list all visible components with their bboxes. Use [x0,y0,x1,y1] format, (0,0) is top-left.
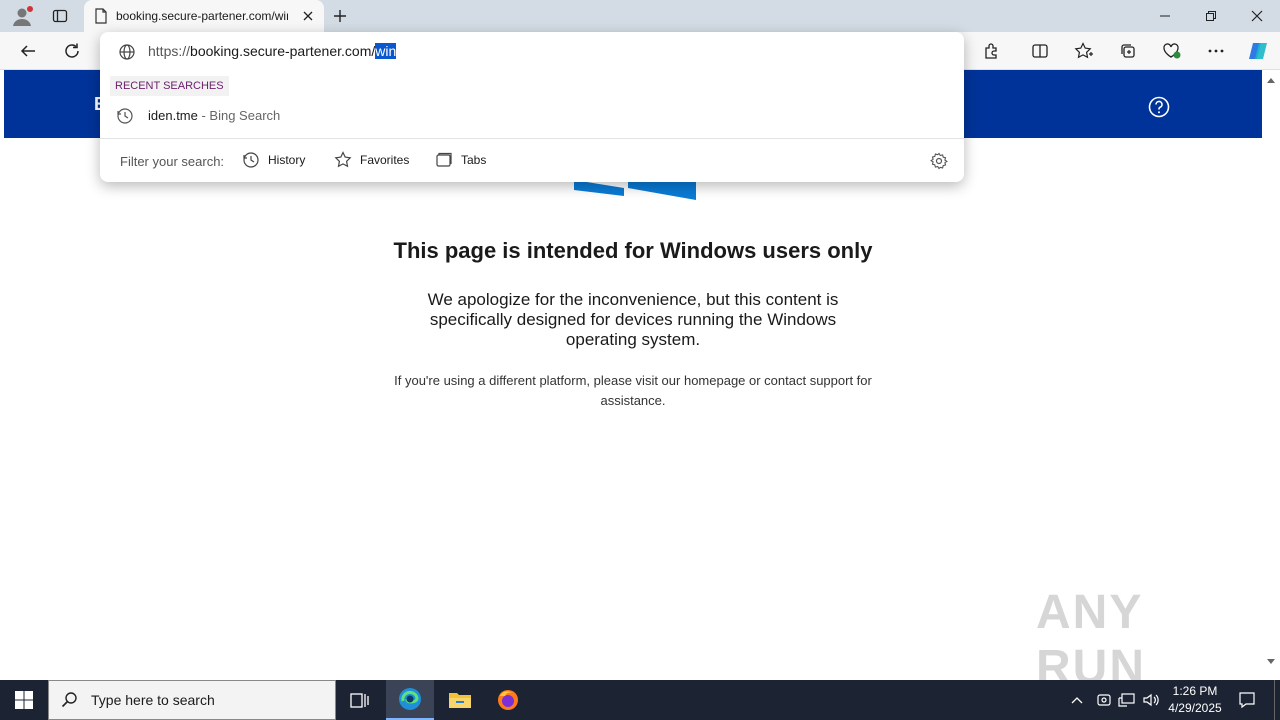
page-scrollbar[interactable] [1262,70,1280,676]
split-screen-icon[interactable] [1026,39,1054,63]
search-filter-bar: Filter your search: History Favorites Ta… [100,139,964,182]
extensions-icon[interactable] [978,39,1006,63]
chevron-up-icon[interactable] [1070,693,1084,707]
start-button[interactable] [0,680,48,720]
edge-icon [397,686,423,712]
meet-now-icon[interactable] [1096,692,1112,708]
history-icon [116,107,134,125]
clock-date: 4/29/2025 [1168,701,1222,715]
address-input[interactable]: https://booking.secure-partener.com/win [148,43,397,59]
task-view-button[interactable] [336,680,384,720]
suggestion-query: iden.tme [148,108,198,123]
back-icon[interactable] [14,39,42,63]
filter-favorites-button[interactable]: Favorites [334,150,409,170]
task-view-icon [350,691,370,709]
filter-tabs-label: Tabs [461,153,487,167]
watermark: ANY RUN [1036,586,1146,694]
more-options-icon[interactable] [1202,39,1230,63]
filter-favorites-label: Favorites [360,153,410,167]
url-selected-text: win [375,43,397,59]
close-window-button[interactable] [1234,0,1280,32]
show-desktop-button[interactable] [1274,680,1280,720]
filter-history-button[interactable]: History [242,150,305,170]
filter-tabs-button[interactable]: Tabs [435,150,486,170]
filter-history-label: History [268,153,306,167]
refresh-icon[interactable] [58,39,86,63]
help-icon[interactable] [1148,96,1170,118]
url-scheme: https:// [148,43,191,59]
scroll-up-icon[interactable] [1266,76,1276,84]
globe-icon [118,43,136,61]
taskbar-search-placeholder: Type here to search [91,692,215,708]
address-bar-dropdown: https://booking.secure-partener.com/win … [100,32,964,182]
volume-icon[interactable] [1142,692,1160,708]
taskbar-search-box[interactable]: Type here to search [48,680,336,720]
recent-searches-label: RECENT SEARCHES [110,76,229,96]
page-icon [94,8,108,24]
search-suggestion[interactable]: iden.tme - Bing Search [100,102,964,130]
page-heading: This page is intended for Windows users … [393,238,873,263]
taskbar-clock[interactable]: 1:26 PM 4/29/2025 [1162,683,1228,717]
new-tab-icon[interactable] [328,4,352,28]
url-host: booking.secure-partener.com/ [190,43,376,59]
network-icon[interactable] [1118,692,1136,708]
gear-icon[interactable] [930,152,948,170]
taskbar-file-explorer-button[interactable] [436,680,484,720]
taskbar: Type here to search 1:26 PM 4/29/2025 [0,680,1280,720]
windows-start-icon [15,691,33,709]
filter-label: Filter your search: [120,154,225,169]
history-icon [242,151,268,169]
page-lead-text: We apologize for the inconvenience, but … [427,290,839,349]
taskbar-firefox-button[interactable] [484,680,532,720]
clock-time: 1:26 PM [1172,684,1218,698]
search-icon [61,691,79,709]
tab-actions-icon[interactable] [48,4,72,28]
scroll-down-icon[interactable] [1266,658,1276,666]
browser-essentials-icon[interactable] [1158,39,1186,63]
tab-active[interactable]: booking.secure-partener.com/win [84,0,324,32]
firefox-icon [496,688,520,712]
tabs-icon [435,151,461,169]
copilot-icon[interactable] [1244,39,1272,63]
suggestion-source: - Bing Search [197,108,281,123]
close-tab-icon[interactable] [300,8,316,24]
restore-button[interactable] [1188,0,1234,32]
minimize-button[interactable] [1142,0,1188,32]
notifications-icon[interactable] [1238,691,1256,709]
tab-title: booking.secure-partener.com/win [116,9,288,23]
page-note-text: If you're using a different platform, pl… [394,373,872,408]
star-icon [334,151,360,169]
profile-icon[interactable] [10,4,34,28]
folder-icon [448,690,472,710]
collections-icon[interactable] [1114,39,1142,63]
tab-strip: booking.secure-partener.com/win [0,0,1280,32]
taskbar-edge-button[interactable] [386,680,434,720]
favorites-icon[interactable] [1070,39,1098,63]
